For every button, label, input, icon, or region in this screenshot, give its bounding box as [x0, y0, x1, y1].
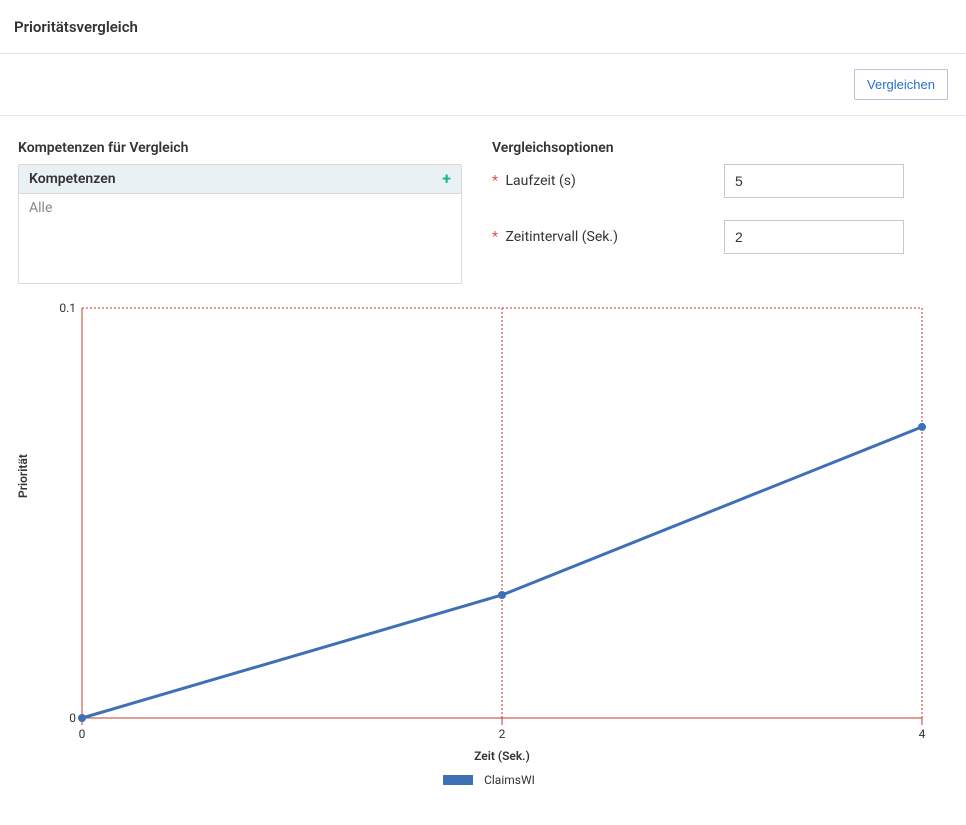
competencies-box: Kompetenzen + Alle [18, 164, 462, 284]
page-title: Prioritätsvergleich [14, 18, 138, 36]
required-asterisk: * [492, 229, 498, 245]
competencies-header-label: Kompetenzen [29, 171, 116, 187]
legend-swatch [443, 775, 473, 785]
xtick-1: 2 [499, 727, 506, 741]
series-point [918, 423, 926, 431]
config-row: Kompetenzen für Vergleich Kompetenzen + … [14, 116, 952, 292]
runtime-label-text: Laufzeit (s) [506, 173, 576, 189]
legend: ClaimsWI [42, 772, 936, 787]
competency-item[interactable]: Alle [29, 200, 451, 216]
required-asterisk: * [492, 173, 498, 189]
x-axis-label: Zeit (Sek.) [474, 749, 530, 763]
chart-svg: 0 0.1 0 2 4 Zeit (Sek.) [42, 298, 942, 768]
options-title: Vergleichsoptionen [492, 140, 948, 156]
add-icon[interactable]: + [442, 171, 451, 187]
interval-label: * Zeitintervall (Sek.) [492, 229, 712, 245]
ytick-0: 0 [69, 711, 76, 725]
interval-input[interactable] [724, 220, 904, 254]
xtick-0: 0 [79, 727, 86, 741]
legend-label[interactable]: ClaimsWI [484, 773, 535, 787]
action-bar: Vergleichen [0, 54, 966, 116]
competencies-header: Kompetenzen + [19, 165, 461, 194]
runtime-input[interactable] [724, 164, 904, 198]
runtime-label: * Laufzeit (s) [492, 173, 712, 189]
interval-label-text: Zeitintervall (Sek.) [506, 229, 618, 245]
chart-area: Priorität 0 0.1 0 2 4 Zeit (Sek.) [14, 298, 952, 787]
page-root: Prioritätsvergleich Vergleichen Kompeten… [0, 0, 966, 825]
series-point [498, 591, 506, 599]
competencies-body: Alle [19, 194, 461, 222]
y-axis-title: Priorität [16, 454, 30, 498]
competencies-column: Kompetenzen für Vergleich Kompetenzen + … [18, 140, 462, 284]
xtick-2: 4 [919, 727, 926, 741]
options-column: Vergleichsoptionen * Laufzeit (s) * Zeit… [492, 140, 948, 284]
competencies-title: Kompetenzen für Vergleich [18, 140, 462, 156]
ytick-1: 0.1 [59, 301, 76, 315]
option-row-runtime: * Laufzeit (s) [492, 164, 948, 198]
topbar: Prioritätsvergleich [0, 0, 966, 54]
series-point [78, 714, 86, 722]
compare-button[interactable]: Vergleichen [854, 69, 948, 100]
option-row-interval: * Zeitintervall (Sek.) [492, 220, 948, 254]
